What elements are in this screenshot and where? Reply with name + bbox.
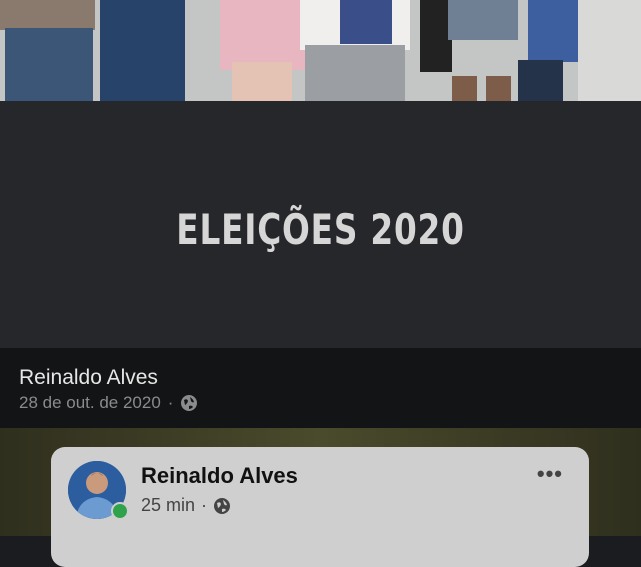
shared-post-card[interactable]: Reinaldo Alves 25 min · •••	[51, 447, 589, 567]
post-date[interactable]: 28 de out. de 2020	[19, 393, 161, 413]
globe-icon	[213, 497, 231, 515]
more-options-button[interactable]: •••	[537, 461, 563, 487]
people-photo-image	[0, 0, 641, 101]
shared-post-meta: 25 min ·	[141, 495, 231, 516]
banner-title: ELEIÇÕES 2020	[176, 205, 465, 254]
post-banner[interactable]: ELEIÇÕES 2020	[0, 101, 641, 348]
shared-post-time[interactable]: 25 min	[141, 495, 195, 516]
shared-post-area: Reinaldo Alves 25 min · •••	[0, 428, 641, 567]
shared-post-author-name[interactable]: Reinaldo Alves	[141, 463, 298, 489]
globe-icon	[180, 394, 198, 412]
post-author-name[interactable]: Reinaldo Alves	[19, 366, 158, 390]
post-caption: Reinaldo Alves 28 de out. de 2020 ·	[0, 348, 641, 428]
meta-separator: ·	[167, 393, 174, 412]
post-photo[interactable]	[0, 0, 641, 101]
post-meta: 28 de out. de 2020 ·	[19, 393, 198, 413]
online-status-dot	[111, 502, 129, 520]
meta-separator: ·	[201, 495, 208, 515]
